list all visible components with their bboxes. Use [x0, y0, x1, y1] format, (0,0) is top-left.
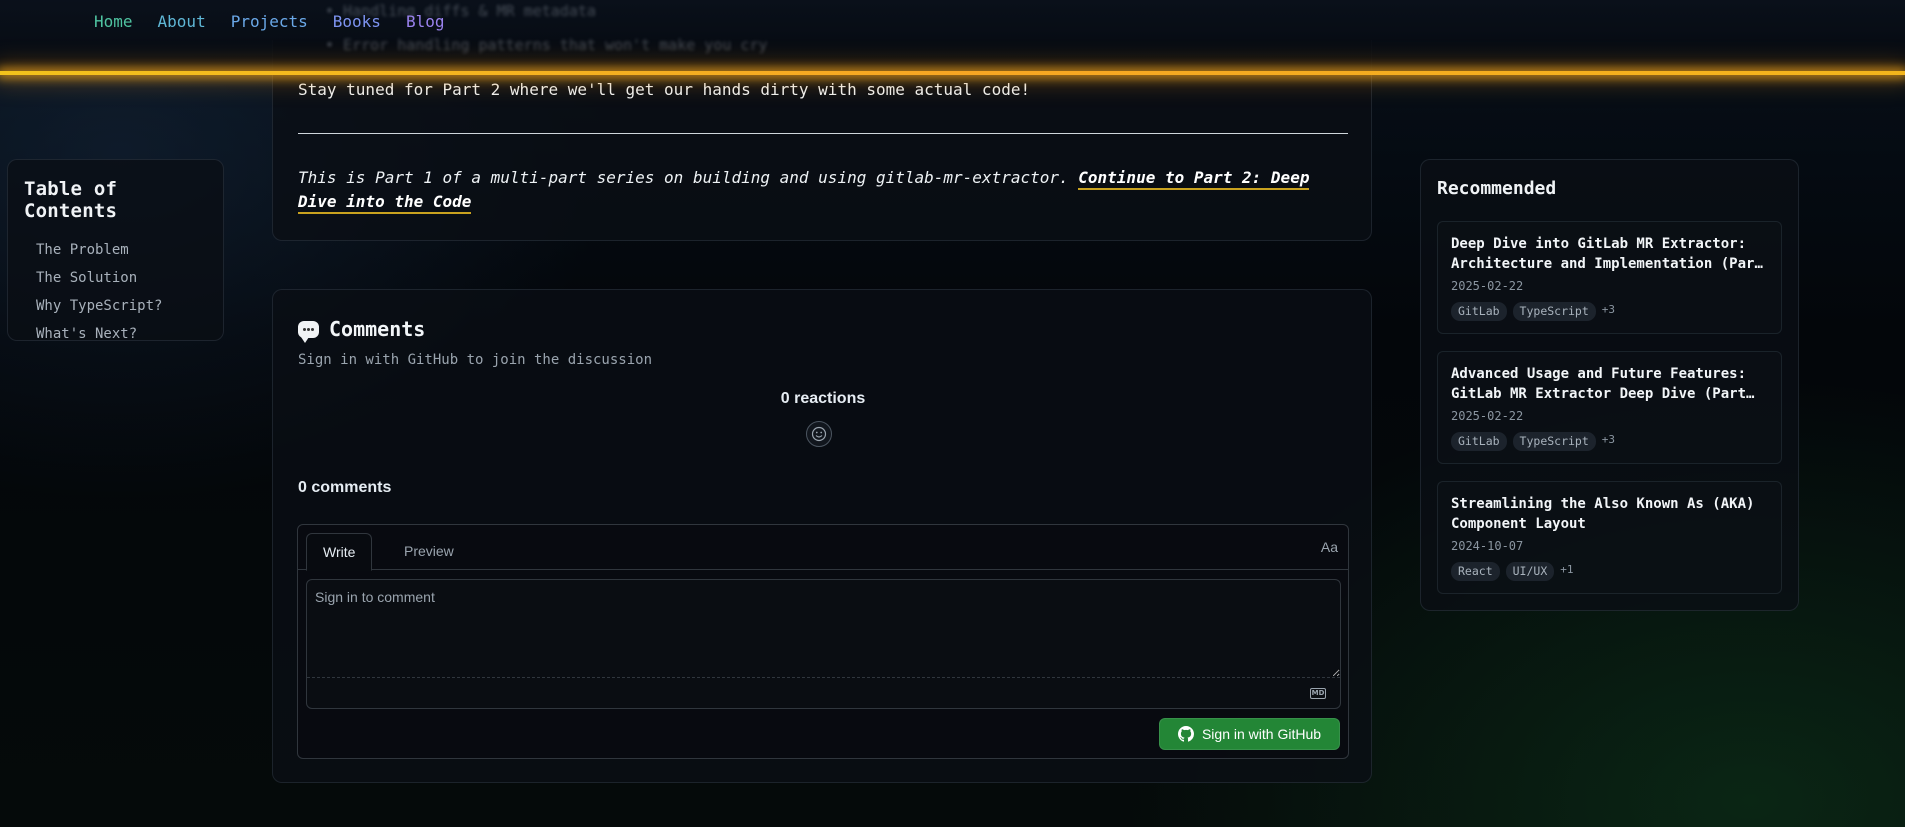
comments-title: Comments — [329, 317, 426, 341]
nav-link-blog[interactable]: Blog — [406, 12, 445, 31]
sign-in-button-label: Sign in with GitHub — [1201, 726, 1322, 742]
table-of-contents: Table of Contents The Problem The Soluti… — [7, 159, 224, 342]
recommended-card[interactable]: Deep Dive into GitLab MR Extractor: Arch… — [1437, 221, 1782, 334]
recommended-card-tags: GitLab TypeScript +3 — [1451, 302, 1768, 321]
recommended-card-date: 2024-10-07 — [1451, 539, 1524, 553]
nav-link-home[interactable]: Home — [94, 12, 133, 31]
comments-count: 0 comments — [298, 479, 392, 496]
tag[interactable]: TypeScript — [1512, 302, 1596, 321]
tag[interactable]: GitLab — [1451, 432, 1507, 451]
comment-textarea[interactable] — [307, 580, 1340, 678]
ghost-line: • Error handling patterns that won't mak… — [325, 36, 768, 54]
recommended-card-date: 2025-02-22 — [1451, 279, 1524, 293]
comments-section: Comments Sign in with GitHub to join the… — [272, 289, 1372, 783]
top-nav: • Handling diffs & MR metadata • Error h… — [0, 0, 1905, 72]
tag[interactable]: React — [1451, 562, 1500, 581]
toc-title: Table of Contents — [24, 178, 118, 222]
recommended-panel: Recommended Deep Dive into GitLab MR Ext… — [1420, 159, 1799, 611]
toc-item-the-solution[interactable]: The Solution — [36, 264, 207, 292]
editor-tabs: Write Preview Aa — [298, 525, 1348, 571]
toc-item-whats-next[interactable]: What's Next? — [36, 320, 207, 348]
text-format-button[interactable]: Aa — [1321, 539, 1338, 555]
add-reaction-smiley-icon[interactable] — [806, 421, 832, 447]
more-tags-count: +1 — [1560, 563, 1574, 576]
nav-link-about[interactable]: About — [158, 12, 206, 31]
toc-item-the-problem[interactable]: The Problem — [36, 236, 207, 264]
toc-list: The Problem The Solution Why TypeScript?… — [24, 236, 207, 348]
series-note: This is Part 1 of a multi-part series on… — [298, 166, 1348, 214]
github-icon — [1177, 726, 1194, 742]
recommended-card[interactable]: Advanced Usage and Future Features: GitL… — [1437, 351, 1782, 464]
recommended-title: Recommended — [1437, 178, 1557, 199]
comment-editor: Write Preview Aa MD Sign in with GitHub — [297, 524, 1349, 759]
tab-preview[interactable]: Preview — [388, 533, 470, 571]
toc-item-why-typescript[interactable]: Why TypeScript? — [36, 292, 207, 320]
recommended-card-date: 2025-02-22 — [1451, 409, 1524, 423]
article-divider — [298, 133, 1348, 134]
more-tags-count: +3 — [1601, 303, 1616, 316]
recommended-card-title: Advanced Usage and Future Features: GitL… — [1451, 366, 1747, 402]
recommended-card-tags: React UI/UX +1 — [1451, 562, 1768, 581]
signin-note: Sign in with GitHub to join the discussi… — [298, 352, 653, 368]
sign-in-with-github-button[interactable]: Sign in with GitHub — [1159, 718, 1340, 750]
recommended-card[interactable]: Streamlining the Also Known As (AKA) Com… — [1437, 481, 1782, 594]
tag[interactable]: TypeScript — [1512, 432, 1596, 451]
scrolled-content-behind-nav: • Handling diffs & MR metadata • Error h… — [325, 0, 768, 62]
series-note-text: This is Part 1 of a multi-part series on… — [298, 168, 1069, 187]
nav-link-books[interactable]: Books — [333, 12, 381, 31]
comment-input-wrapper: MD — [306, 579, 1341, 709]
nav-glow-divider — [0, 71, 1905, 75]
recommended-card-title: Deep Dive into GitLab MR Extractor: Arch… — [1451, 236, 1763, 272]
markdown-icon: MD — [1310, 688, 1326, 699]
tag[interactable]: UI/UX — [1505, 562, 1555, 581]
comments-heading: Comments — [298, 317, 426, 343]
nav-link-projects[interactable]: Projects — [231, 12, 308, 31]
tag[interactable]: GitLab — [1451, 302, 1507, 321]
speech-bubble-icon — [298, 320, 319, 343]
recommended-card-tags: GitLab TypeScript +3 — [1451, 432, 1768, 451]
more-tags-count: +3 — [1601, 433, 1616, 446]
stay-tuned-text: Stay tuned for Part 2 where we'll get ou… — [298, 80, 1031, 99]
reactions-count: 0 reactions — [780, 390, 866, 407]
tab-write[interactable]: Write — [306, 533, 373, 571]
nav-links: Home About Projects Books Blog — [94, 12, 444, 31]
recommended-card-title: Streamlining the Also Known As (AKA) Com… — [1451, 496, 1755, 532]
